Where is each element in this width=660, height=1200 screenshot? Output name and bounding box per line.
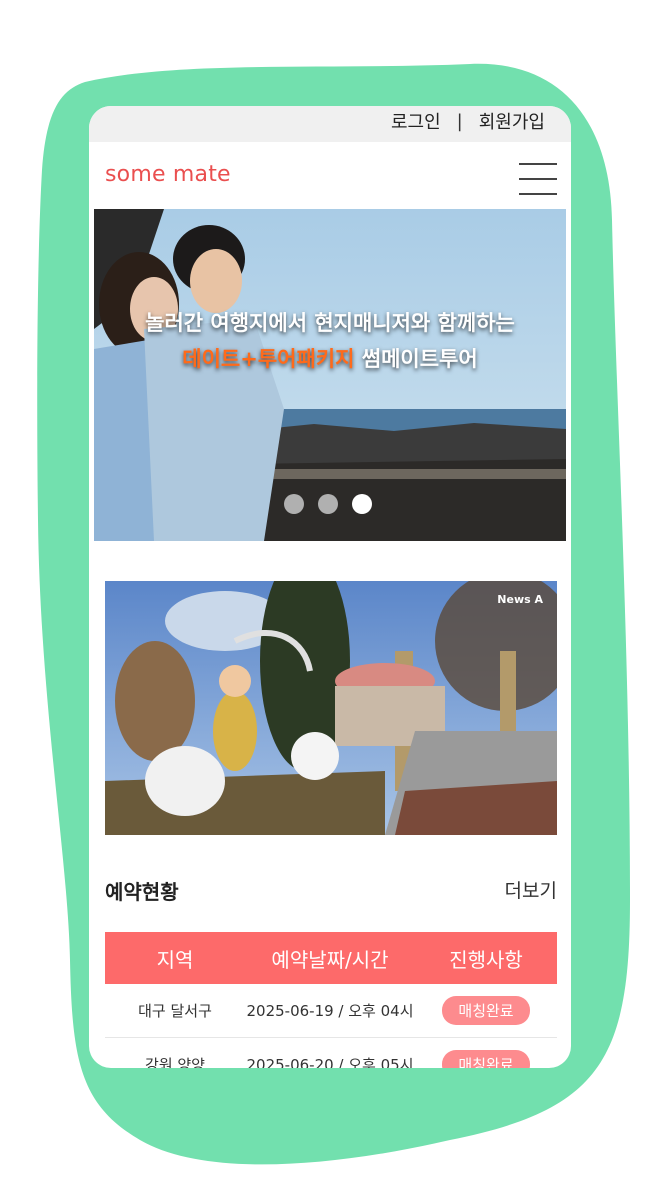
column-status: 진행사항 [449, 947, 523, 972]
row-region: 대구 달서구 [138, 1002, 212, 1020]
site-header: some mate [89, 142, 571, 210]
reservation-section-header: 예약현황 더보기 [105, 876, 557, 906]
row-datetime: 2025-06-20 / 오후 05시 [246, 1056, 414, 1068]
auth-links: 로그인 | 회원가입 [391, 108, 545, 134]
news-watermark: News A [497, 593, 543, 606]
column-datetime: 예약날짜/시간 [271, 947, 389, 972]
hero-banner[interactable]: 놀러간 여행지에서 현지매니저와 함께하는 데이트+투어패키지 썸메이트투어 [94, 209, 566, 541]
table-header: 지역 예약날짜/시간 진행사항 [105, 932, 557, 984]
reservation-title: 예약현황 [105, 880, 179, 904]
row-datetime: 2025-06-19 / 오후 04시 [246, 1002, 414, 1020]
signup-link[interactable]: 회원가입 [479, 108, 545, 134]
reservation-table: 지역 예약날짜/시간 진행사항 대구 달서구 2025-06-19 / 오후 0… [105, 932, 557, 1068]
row-region: 강원 양양 [145, 1056, 205, 1068]
carousel-dot-2[interactable] [318, 494, 338, 514]
banner-highlight: 데이트+투어패키지 [182, 347, 355, 371]
phone-screen: 로그인 | 회원가입 some mate 놀러간 여행지에서 현지매니저와 함께… [89, 106, 571, 1068]
table-row[interactable]: 대구 달서구 2025-06-19 / 오후 04시 매칭완료 [105, 984, 557, 1038]
carousel-dot-1[interactable] [284, 494, 304, 514]
column-region: 지역 [156, 947, 194, 972]
table-row[interactable]: 강원 양양 2025-06-20 / 오후 05시 매칭완료 [105, 1038, 557, 1068]
status-badge: 매칭완료 [442, 1050, 530, 1068]
hamburger-icon[interactable] [519, 161, 559, 197]
row-status-cell: 매칭완료 [415, 1050, 557, 1068]
status-badge: 매칭완료 [442, 996, 530, 1025]
banner-image [94, 209, 566, 541]
featured-photo-image [105, 581, 557, 835]
login-link[interactable]: 로그인 [391, 108, 441, 134]
carousel-dot-3[interactable] [352, 494, 372, 514]
row-status-cell: 매칭완료 [415, 996, 557, 1025]
banner-headline: 놀러간 여행지에서 현지매니저와 함께하는 [145, 311, 515, 335]
carousel-dots [284, 494, 372, 514]
more-link[interactable]: 더보기 [505, 876, 557, 903]
featured-photo[interactable]: News A [105, 581, 557, 835]
banner-subheadline-rest: 썸메이트투어 [354, 347, 478, 371]
site-logo[interactable]: some mate [105, 162, 231, 187]
banner-subheadline: 데이트+투어패키지 썸메이트투어 [94, 343, 566, 373]
top-bar: 로그인 | 회원가입 [89, 106, 571, 142]
auth-separator: | [456, 110, 463, 132]
